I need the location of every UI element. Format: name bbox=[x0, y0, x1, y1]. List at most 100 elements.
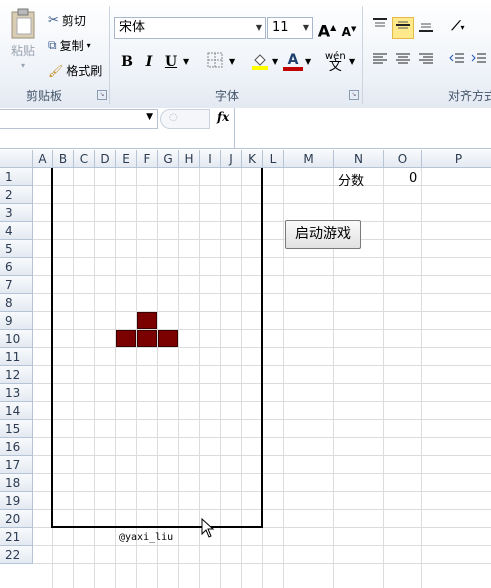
copy-button[interactable]: ⧉ 复制 ▾ bbox=[48, 37, 91, 54]
align-top-button[interactable] bbox=[370, 17, 390, 37]
alignment-group-label: 对齐方式 bbox=[448, 89, 491, 103]
row-header[interactable]: 12 bbox=[0, 366, 33, 384]
paste-button[interactable]: 粘贴 ▾ bbox=[6, 8, 40, 70]
worksheet-grid[interactable]: A B C D E F G H I J K L M N O P 1 2 3 4 5 6 7 8 9 10 11 12 13 14 15 16 1… bbox=[0, 150, 491, 588]
column-header[interactable]: P bbox=[422, 150, 491, 168]
cut-button[interactable]: ✂ 剪切 bbox=[48, 12, 86, 29]
column-header[interactable]: K bbox=[242, 150, 263, 168]
paste-dropdown-icon[interactable]: ▾ bbox=[21, 61, 25, 70]
fill-color-button[interactable] bbox=[250, 52, 270, 72]
row-header[interactable]: 15 bbox=[0, 420, 33, 438]
row-header[interactable]: 22 bbox=[0, 546, 33, 564]
format-painter-button[interactable]: 🖌 格式刷 bbox=[48, 62, 102, 79]
copy-dropdown-icon[interactable]: ▾ bbox=[87, 41, 91, 50]
increase-indent-button[interactable] bbox=[469, 52, 489, 72]
row-header[interactable]: 11 bbox=[0, 348, 33, 366]
underline-dropdown-icon[interactable]: ▼ bbox=[183, 57, 189, 66]
column-header[interactable]: B bbox=[53, 150, 74, 168]
align-middle-button[interactable] bbox=[392, 17, 414, 39]
fx-icon: fx bbox=[217, 110, 230, 124]
chevron-down-icon: ▼ bbox=[302, 23, 309, 32]
column-header[interactable]: O bbox=[384, 150, 422, 168]
column-header[interactable]: A bbox=[33, 150, 53, 168]
tetromino-block bbox=[137, 312, 157, 329]
decrease-indent-icon bbox=[449, 53, 464, 63]
gridline bbox=[241, 168, 242, 588]
fill-color-dropdown-icon[interactable]: ▼ bbox=[272, 57, 278, 66]
phonetic-guide-button[interactable]: wén 文 bbox=[325, 52, 346, 74]
tetromino-block bbox=[137, 330, 157, 347]
grow-font-button[interactable]: A▲ bbox=[317, 18, 337, 40]
row-header[interactable]: 8 bbox=[0, 294, 33, 312]
align-left-button[interactable] bbox=[370, 52, 390, 72]
row-header[interactable]: 16 bbox=[0, 438, 33, 456]
column-header[interactable]: L bbox=[263, 150, 284, 168]
align-center-button[interactable] bbox=[393, 52, 413, 72]
formula-input[interactable] bbox=[234, 108, 491, 148]
gridline bbox=[157, 168, 158, 588]
game-right-wall bbox=[261, 168, 263, 528]
mouse-cursor-icon bbox=[201, 518, 215, 538]
column-header[interactable]: D bbox=[95, 150, 116, 168]
row-header[interactable]: 1 bbox=[0, 168, 33, 186]
font-size-dropdown[interactable]: 11 ▼ bbox=[267, 17, 313, 39]
gridline bbox=[220, 168, 221, 588]
align-right-button[interactable] bbox=[416, 52, 436, 72]
insert-function-button[interactable]: fx bbox=[217, 110, 229, 124]
row-header[interactable]: 7 bbox=[0, 276, 33, 294]
column-header[interactable]: C bbox=[74, 150, 95, 168]
row-header[interactable]: 18 bbox=[0, 474, 33, 492]
start-game-button[interactable]: 启动游戏 bbox=[285, 220, 361, 249]
column-header[interactable]: J bbox=[221, 150, 242, 168]
column-header[interactable]: G bbox=[158, 150, 179, 168]
font-name-dropdown[interactable]: 宋体 ▼ bbox=[114, 17, 266, 39]
column-header[interactable]: H bbox=[179, 150, 200, 168]
formula-bar-expander[interactable]: ◌ bbox=[160, 109, 210, 129]
decrease-indent-button[interactable] bbox=[447, 52, 467, 72]
row-header[interactable]: 4 bbox=[0, 222, 33, 240]
bold-button[interactable]: B bbox=[117, 52, 137, 72]
row-header[interactable]: 21 bbox=[0, 528, 33, 546]
copy-icon: ⧉ bbox=[48, 38, 57, 52]
underline-button[interactable]: U bbox=[161, 52, 181, 72]
orientation-button[interactable]: ⟋▾ bbox=[448, 17, 468, 37]
column-header[interactable]: E bbox=[116, 150, 137, 168]
row-header[interactable]: 9 bbox=[0, 312, 33, 330]
font-color-button[interactable]: A bbox=[283, 50, 303, 71]
row-header[interactable]: 19 bbox=[0, 492, 33, 510]
column-header[interactable]: M bbox=[284, 150, 334, 168]
row-header[interactable]: 17 bbox=[0, 456, 33, 474]
row-header[interactable]: 3 bbox=[0, 204, 33, 222]
score-value: 0 bbox=[409, 171, 418, 186]
scissors-icon: ✂ bbox=[48, 13, 59, 28]
row-header[interactable]: 20 bbox=[0, 510, 33, 528]
row-header[interactable]: 2 bbox=[0, 186, 33, 204]
align-right-icon bbox=[419, 53, 433, 64]
borders-button[interactable] bbox=[205, 52, 225, 72]
clipboard-icon bbox=[11, 8, 35, 39]
game-floor bbox=[51, 526, 263, 528]
name-box[interactable]: ▼ bbox=[0, 109, 158, 129]
phonetic-dropdown-icon[interactable]: ▼ bbox=[349, 57, 355, 66]
row-header[interactable]: 10 bbox=[0, 330, 33, 348]
column-header[interactable]: I bbox=[200, 150, 221, 168]
column-header[interactable]: N bbox=[334, 150, 384, 168]
column-header[interactable]: F bbox=[137, 150, 158, 168]
borders-dropdown-icon[interactable]: ▼ bbox=[229, 57, 235, 66]
row-header[interactable]: 6 bbox=[0, 258, 33, 276]
align-bottom-button[interactable] bbox=[416, 19, 436, 39]
italic-label: I bbox=[145, 54, 153, 70]
font-color-dropdown-icon[interactable]: ▼ bbox=[305, 57, 311, 66]
shrink-font-button[interactable]: A▼ bbox=[339, 19, 359, 39]
font-launcher-icon[interactable]: ↘ bbox=[349, 90, 359, 100]
gridline bbox=[33, 545, 491, 546]
clipboard-launcher-icon[interactable]: ↘ bbox=[97, 90, 107, 100]
chevron-down-icon: ▼ bbox=[255, 23, 262, 32]
align-left-icon bbox=[373, 53, 387, 64]
chevron-down-icon[interactable]: ▼ bbox=[146, 112, 153, 122]
row-header[interactable]: 13 bbox=[0, 384, 33, 402]
row-header[interactable]: 5 bbox=[0, 240, 33, 258]
italic-button[interactable]: I bbox=[139, 52, 159, 72]
row-header[interactable]: 14 bbox=[0, 402, 33, 420]
select-all-corner[interactable] bbox=[0, 150, 33, 168]
